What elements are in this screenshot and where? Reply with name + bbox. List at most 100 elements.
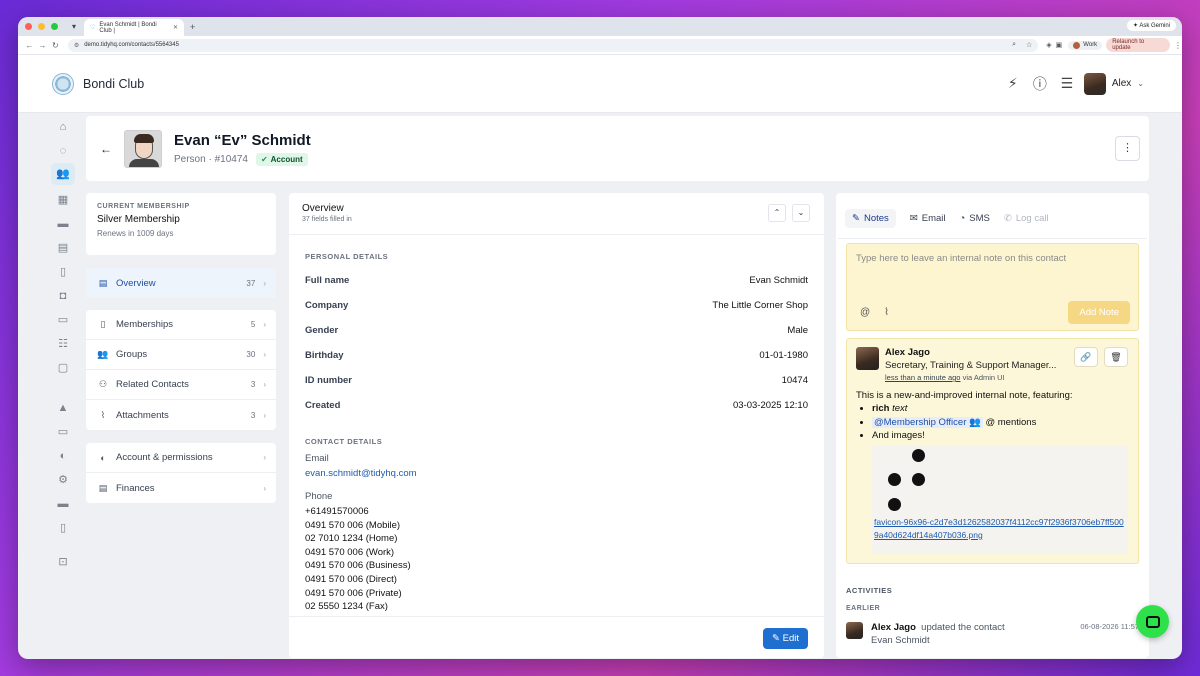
club-logo[interactable] (52, 72, 74, 95)
chat-icon[interactable]: ◌ (56, 144, 70, 158)
briefcase-icon[interactable]: ▤ (56, 241, 70, 255)
nav-related-contacts[interactable]: ⚇ Related Contacts 3 › (86, 370, 276, 400)
nav-groups[interactable]: 👥 Groups 30 › (86, 340, 276, 370)
maximize-window-icon[interactable] (51, 23, 58, 30)
user-menu[interactable]: Alex ⌄ (1083, 72, 1144, 95)
collapse-sidebar-icon[interactable]: ⊡ (56, 555, 70, 569)
contacts-icon[interactable]: 👥 (51, 163, 75, 185)
profile-button[interactable]: Work (1068, 40, 1103, 50)
new-tab-icon[interactable]: + (190, 22, 195, 32)
note-image[interactable]: favicon-96x96-c2d7e3d1262582037f4112cc97… (872, 445, 1128, 554)
image-dot (888, 472, 901, 486)
field-row: ID number 10474 (305, 368, 808, 393)
mention-icon[interactable]: @ (860, 307, 870, 318)
home-icon[interactable]: ⌂ (56, 120, 70, 134)
image-filename-link[interactable]: favicon-96x96-c2d7e3d1262582037f4112cc97… (874, 516, 1128, 543)
lightning-icon[interactable]: ⚡ (1006, 75, 1020, 92)
gear-icon[interactable]: ⚙ (56, 473, 70, 487)
add-note-button[interactable]: Add Note (1068, 301, 1130, 324)
nav-count: 5 (250, 320, 256, 329)
app-header: Bondi Club ⚡ ⓘ ☰ Alex ⌄ (18, 55, 1182, 113)
nav-count: 3 (250, 380, 256, 389)
shop-bag-icon[interactable]: ◘ (56, 289, 70, 303)
nav-finances[interactable]: ▤ Finances › (86, 473, 276, 503)
ask-gemini-button[interactable]: ✦ Ask Gemini (1126, 20, 1176, 31)
more-options-button[interactable]: ⋮ (1115, 136, 1140, 161)
check-circle-icon: ✔ (260, 154, 268, 164)
field-label: Birthday (305, 350, 344, 361)
phone-number: 02 7010 1234 (Home) (305, 533, 398, 545)
support-chat-button[interactable] (1136, 605, 1169, 638)
close-window-icon[interactable] (25, 23, 32, 30)
tab-email[interactable]: ✉ Email (910, 213, 946, 224)
activities-section: ACTIVITIES EARLIER Alex Jago updated the… (836, 586, 1149, 646)
calendar-icon[interactable]: ▦ (56, 193, 70, 207)
nav-count: 3 (250, 410, 256, 420)
activity-actor[interactable]: Alex Jago (871, 622, 916, 633)
envelope-icon: ✉ (909, 213, 918, 224)
browser-tab[interactable]: ♡ Evan Schmidt | Bondi Club | ✕ (84, 19, 185, 36)
note-author-role: Secretary, Training & Support Manager... (885, 360, 1057, 371)
user-settings-icon[interactable]: ◐ (56, 449, 70, 463)
puzzle-icon[interactable]: ▣ (1056, 41, 1063, 49)
browser-menu-icon[interactable]: ⋮ (1174, 41, 1182, 50)
chevron-down-icon[interactable]: ⌄ (792, 204, 810, 222)
trash-icon[interactable]: ▯ (56, 521, 70, 535)
tab-list-icon[interactable]: ▾ (72, 22, 76, 31)
paperclip-icon[interactable]: ⌇ (884, 307, 889, 318)
bookmark-star-icon[interactable]: ☆ (1026, 41, 1032, 49)
reload-icon[interactable]: ↻ (49, 41, 62, 50)
folder-icon[interactable]: ▭ (56, 313, 70, 327)
tab-notes[interactable]: ✎ Notes (845, 209, 896, 228)
site-info-icon[interactable]: ⚙ (74, 42, 79, 49)
nav-overview[interactable]: ▤ Overview 37 › (86, 268, 276, 298)
address-bar[interactable]: ⚙ demo.tidyhq.com/contacts/5564345 ⌕ ☆ (67, 38, 1039, 52)
list-item: rich text (872, 403, 1129, 417)
note-input[interactable]: Type here to leave an internal note on t… (846, 243, 1139, 331)
pencil-icon: ✎ (772, 633, 780, 644)
nav-memberships[interactable]: ▯ Memberships 5 › (86, 310, 276, 340)
extension-icon[interactable]: ◈ (1046, 41, 1051, 49)
back-arrow-icon[interactable]: ← (100, 142, 116, 156)
forward-nav-icon[interactable]: → (36, 41, 49, 50)
phone-number: 0491 570 006 (Business) (305, 560, 411, 572)
mention-chip[interactable]: @Membership Officer 👥 (872, 416, 983, 428)
chevron-down-icon: ⌄ (1137, 79, 1144, 88)
minimize-window-icon[interactable] (38, 23, 45, 30)
note-card: Alex Jago Secretary, Training & Support … (846, 338, 1139, 564)
clipboard-icon[interactable]: ▯ (56, 265, 70, 279)
window-controls (25, 23, 58, 30)
note-time[interactable]: less than a minute ago (885, 373, 960, 382)
field-value: 03-03-2025 12:10 (732, 400, 808, 411)
close-tab-icon[interactable]: ✕ (173, 24, 178, 31)
note-intro: This is a new-and-improved internal note… (856, 390, 1073, 401)
tab-sms[interactable]: ◔ SMS (960, 213, 990, 224)
field-value: 10474 (781, 375, 808, 386)
credit-card-icon[interactable]: ▭ (56, 425, 70, 439)
chevron-right-icon: › (263, 453, 266, 462)
nav-account-permissions[interactable]: ◐ Account & permissions › (86, 443, 276, 473)
shapes-icon[interactable]: ▲ (56, 401, 70, 415)
nav-attachments[interactable]: ⌇ Attachments 3 › (86, 400, 276, 430)
ticket-icon[interactable]: ▬ (56, 217, 70, 231)
mention-suffix: @ mentions (985, 416, 1037, 428)
chevron-up-icon[interactable]: ⌃ (768, 204, 786, 222)
tasks-list-icon[interactable]: ☰ (1060, 75, 1074, 92)
tab-log-call[interactable]: ✆ Log call (1004, 213, 1049, 224)
edit-button[interactable]: ✎ Edit (763, 628, 808, 649)
link-icon[interactable]: 🔗 (1074, 347, 1098, 367)
phone-number: 0491 570 006 (Private) (305, 587, 402, 599)
help-icon[interactable]: ⓘ (1033, 74, 1047, 94)
nav-label: Memberships (116, 319, 174, 330)
delete-icon[interactable]: 🗑 (1104, 347, 1128, 367)
membership-card[interactable]: CURRENT MEMBERSHIP Silver Membership Ren… (86, 193, 276, 255)
archive-icon[interactable]: ▬ (56, 497, 70, 511)
back-nav-icon[interactable]: ← (23, 41, 36, 50)
person-avatar[interactable] (124, 129, 162, 168)
document-icon[interactable]: ▢ (56, 361, 70, 375)
email-link[interactable]: evan.schmidt@tidyhq.com (305, 468, 808, 479)
field-row: Company The Little Corner Shop (305, 293, 808, 318)
checklist-icon[interactable]: ☷ (56, 337, 70, 351)
relaunch-button[interactable]: Relaunch to update (1106, 38, 1170, 52)
zoom-icon[interactable]: ⌕ (1012, 41, 1016, 49)
